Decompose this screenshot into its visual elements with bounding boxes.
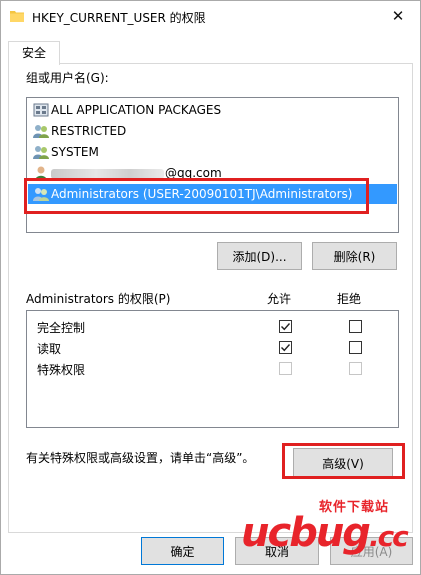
allow-checkbox[interactable] <box>279 320 292 333</box>
user-name: RESTRICTED <box>51 124 127 138</box>
allow-header: 允许 <box>267 292 292 306</box>
permission-row: 读取 <box>27 338 398 358</box>
allow-checkbox <box>279 362 292 375</box>
tab-security[interactable]: 安全 <box>8 41 60 65</box>
folder-icon <box>10 10 24 22</box>
close-icon: ✕ <box>391 7 405 25</box>
permission-row: 特殊权限 <box>27 359 398 379</box>
advanced-info-text: 有关特殊权限或高级设置，请单击“高级”。 <box>26 451 255 465</box>
check-icon <box>281 323 291 331</box>
group-icon <box>33 123 49 139</box>
permissions-title: Administrators 的权限(P) <box>26 292 171 306</box>
list-item[interactable]: ALL APPLICATION PACKAGES <box>28 100 397 120</box>
title-bar: HKEY_CURRENT_USER 的权限 ✕ <box>1 1 420 33</box>
apply-button[interactable]: 应用(A) <box>330 537 413 565</box>
redacted-text <box>51 168 164 179</box>
list-item[interactable]: SYSTEM <box>28 142 397 162</box>
group-icon <box>33 144 49 160</box>
tab-strip: 安全 <box>1 37 420 65</box>
groups-label: 组或用户名(G): <box>26 71 109 85</box>
permission-name: 读取 <box>37 342 62 356</box>
deny-header: 拒绝 <box>337 292 362 306</box>
allow-checkbox[interactable] <box>279 341 292 354</box>
check-icon <box>281 344 291 352</box>
packages-icon <box>33 102 49 118</box>
ok-button[interactable]: 确定 <box>141 537 224 565</box>
user-name: ALL APPLICATION PACKAGES <box>51 103 222 117</box>
cancel-button[interactable]: 取消 <box>235 537 319 565</box>
permission-name: 特殊权限 <box>37 363 86 377</box>
add-button[interactable]: 添加(D)... <box>217 242 302 270</box>
highlight-advanced-button <box>282 443 405 479</box>
remove-button[interactable]: 删除(R) <box>312 242 397 270</box>
window-title: HKEY_CURRENT_USER 的权限 <box>32 11 206 25</box>
user-name: SYSTEM <box>51 145 99 159</box>
security-panel: 组或用户名(G): ALL APPLICATION PACKAGES RESTR… <box>8 63 413 533</box>
permission-name: 完全控制 <box>37 321 86 335</box>
list-item[interactable]: RESTRICTED <box>28 121 397 141</box>
highlight-selected-user <box>24 178 369 214</box>
deny-checkbox[interactable] <box>349 341 362 354</box>
permissions-list: 完全控制 读取 特殊权限 <box>26 310 399 428</box>
permission-row: 完全控制 <box>27 317 398 337</box>
close-button[interactable]: ✕ <box>382 1 414 31</box>
deny-checkbox[interactable] <box>349 320 362 333</box>
deny-checkbox <box>349 362 362 375</box>
permissions-dialog: HKEY_CURRENT_USER 的权限 ✕ 安全 组或用户名(G): ALL… <box>0 0 421 575</box>
